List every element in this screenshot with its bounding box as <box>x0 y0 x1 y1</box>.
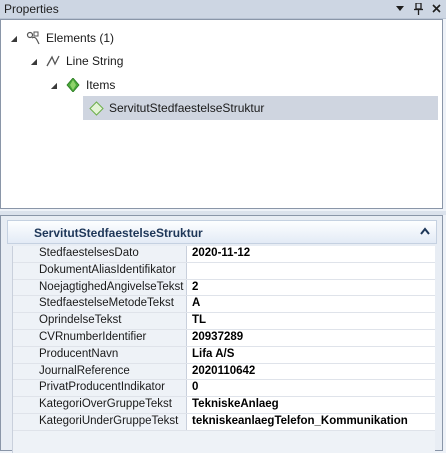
tree-node-label: Line String <box>66 54 124 68</box>
expanded-arrow-icon[interactable]: ◢ <box>29 57 39 66</box>
property-value[interactable]: 20937289 <box>187 329 435 346</box>
property-key: StedfaestelseMetodeTekst <box>13 296 187 313</box>
property-row[interactable]: NoejagtighedAngivelseTekst 2 <box>13 279 435 297</box>
property-row[interactable]: OprindelseTekst TL <box>13 313 435 330</box>
property-key: JournalReference <box>13 363 187 380</box>
property-key: StedfaestelsesDato <box>13 246 187 262</box>
pin-icon[interactable] <box>412 1 424 16</box>
details-header-label: ServitutStedfaestelseStruktur <box>34 226 203 240</box>
property-key: PrivatProducentIndikator <box>13 380 187 397</box>
property-key: ProducentNavn <box>13 346 187 363</box>
property-value[interactable]: TL <box>187 313 435 329</box>
item-diamond-icon <box>88 100 104 116</box>
property-key: NoejagtighedAngivelseTekst <box>13 279 187 296</box>
property-row[interactable]: StedfaestelsesDato 2020-11-12 <box>13 246 435 263</box>
property-row[interactable]: ProducentNavn Lifa A/S <box>13 346 435 364</box>
property-key: CVRnumberIdentifier <box>13 329 187 346</box>
tree-node-items[interactable]: ◢ Items <box>49 75 115 95</box>
dropdown-icon[interactable] <box>394 1 406 16</box>
details-header[interactable]: ServitutStedfaestelseStruktur <box>7 220 437 244</box>
panel-title: Properties <box>4 2 59 16</box>
property-row[interactable]: KategoriOverGruppeTekst TekniskeAnlaeg <box>13 397 435 414</box>
property-value[interactable] <box>187 262 435 279</box>
tree-node-elements[interactable]: ◢ Elements (1) <box>9 28 114 48</box>
properties-titlebar: Properties <box>0 0 446 19</box>
tree-node-label: Elements (1) <box>46 31 115 45</box>
details-panel: ServitutStedfaestelseStruktur Stedfaeste… <box>0 215 443 453</box>
property-row[interactable]: StedfaestelseMetodeTekst A <box>13 296 435 314</box>
property-grid: StedfaestelsesDato 2020-11-12 DokumentAli… <box>12 246 435 453</box>
property-row[interactable]: PrivatProducentIndikator 0 <box>13 380 435 398</box>
element-tree[interactable]: ◢ Elements (1) ◢ Line String ◢ Items Ser… <box>0 19 443 209</box>
property-row[interactable]: DokumentAliasIdentifikator <box>13 262 435 280</box>
items-icon <box>65 77 81 93</box>
property-value[interactable]: TekniskeAnlaeg <box>187 397 435 413</box>
property-key: KategoriOverGruppeTekst <box>13 397 187 413</box>
property-key: KategoriUnderGruppeTekst <box>13 413 187 430</box>
expanded-arrow-icon[interactable]: ◢ <box>49 81 59 90</box>
line-string-icon <box>45 53 61 69</box>
property-row[interactable]: KategoriUnderGruppeTekst tekniskeanlaegTe… <box>13 413 435 431</box>
property-value[interactable]: tekniskeanlaegTelefon_Kommunikation <box>187 413 435 430</box>
property-key: DokumentAliasIdentifikator <box>13 262 187 279</box>
property-value[interactable]: 2020-11-12 <box>187 246 435 262</box>
property-value[interactable]: Lifa A/S <box>187 346 435 363</box>
property-row[interactable]: JournalReference 2020110642 <box>13 363 435 381</box>
property-value[interactable]: A <box>187 296 435 313</box>
grid-empty-area <box>13 430 435 453</box>
property-value[interactable]: 0 <box>187 380 435 397</box>
tree-node-label: Items <box>86 78 116 92</box>
close-icon[interactable] <box>430 1 442 16</box>
tree-node-servitut[interactable]: ServitutStedfaestelseStruktur <box>83 96 438 120</box>
property-row[interactable]: CVRnumberIdentifier 20937289 <box>13 329 435 347</box>
tree-node-label: ServitutStedfaestelseStruktur <box>109 101 265 115</box>
property-key: OprindelseTekst <box>13 313 187 329</box>
expanded-arrow-icon[interactable]: ◢ <box>9 34 19 43</box>
property-value[interactable]: 2020110642 <box>187 363 435 380</box>
tree-node-line-string[interactable]: ◢ Line String <box>29 51 123 71</box>
property-value[interactable]: 2 <box>187 279 435 296</box>
collapse-icon[interactable] <box>420 223 430 238</box>
elements-icon <box>25 30 41 46</box>
